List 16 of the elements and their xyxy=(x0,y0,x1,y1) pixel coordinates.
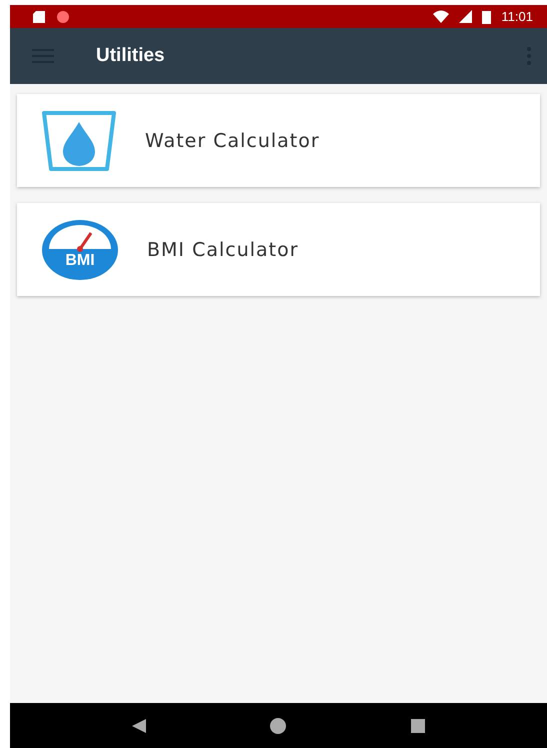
water-glass-icon xyxy=(41,110,117,172)
bmi-gauge-icon: BMI xyxy=(41,218,119,280)
battery-icon xyxy=(482,10,492,24)
sd-card-icon xyxy=(32,10,46,24)
utility-card[interactable]: BMI BMI Calculator xyxy=(17,203,540,296)
back-icon[interactable] xyxy=(132,718,146,732)
card-label: BMI Calculator xyxy=(147,238,299,260)
recents-icon[interactable] xyxy=(411,718,426,732)
signal-icon xyxy=(459,10,472,23)
utility-card[interactable]: Water Calculator xyxy=(17,94,540,187)
wifi-icon xyxy=(433,10,450,23)
notification-dot-icon xyxy=(56,10,70,24)
card-label: Water Calculator xyxy=(145,130,320,152)
home-icon[interactable] xyxy=(269,716,288,734)
app-title: Utilities xyxy=(96,45,165,67)
status-time: 11:01 xyxy=(501,9,533,24)
